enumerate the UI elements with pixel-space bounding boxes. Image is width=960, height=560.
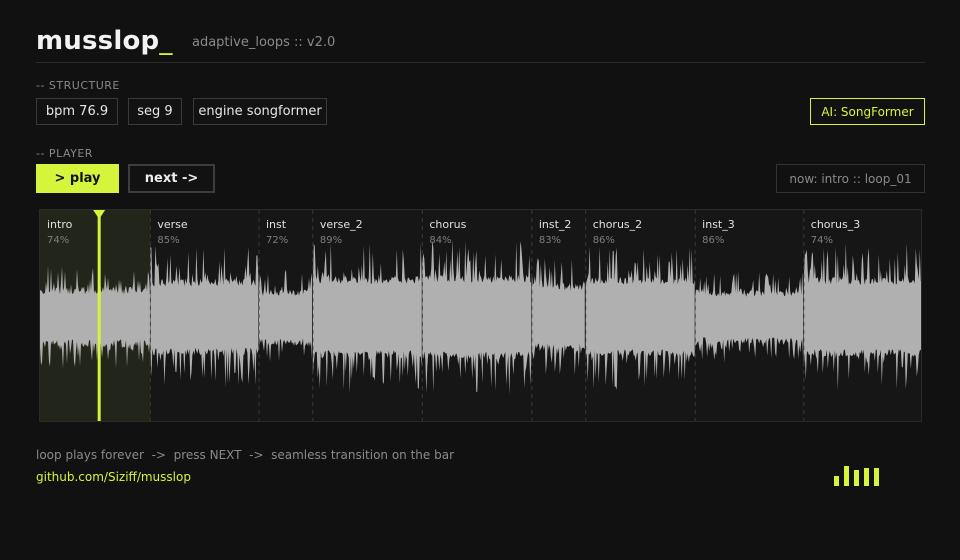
segment-label-verse_2[interactable]: verse_2 bbox=[320, 218, 363, 231]
title-cursor: _ bbox=[159, 26, 173, 56]
segment-confidence: 86% bbox=[702, 235, 725, 246]
segment-confidence: 84% bbox=[429, 235, 452, 246]
player-section-label: -- PLAYER bbox=[36, 147, 93, 160]
segment-waveform bbox=[803, 243, 921, 391]
now-playing-status: now: intro :: loop_01 bbox=[776, 164, 925, 193]
segment-waveform bbox=[531, 258, 585, 376]
segment-confidence: 83% bbox=[538, 235, 562, 246]
ai-model-badge: AI: SongFormer bbox=[810, 98, 925, 125]
segment-confidence: 72% bbox=[265, 235, 289, 246]
segment-confidence: 74% bbox=[47, 235, 70, 246]
segment-waveform bbox=[695, 271, 804, 363]
segment-label-chorus[interactable]: chorus bbox=[429, 218, 466, 231]
meter-bar bbox=[854, 469, 859, 486]
segment-label-verse[interactable]: verse bbox=[157, 218, 187, 231]
meter-bar bbox=[864, 468, 869, 486]
segment-count-chip: seg 9 bbox=[128, 98, 182, 125]
segment-waveform bbox=[150, 245, 259, 388]
engine-chip: engine songformer bbox=[193, 98, 327, 125]
segment-confidence: 85% bbox=[157, 235, 180, 246]
app-title: musslop_ bbox=[36, 26, 173, 56]
segment-label-chorus_3[interactable]: chorus_3 bbox=[811, 218, 860, 231]
segment-confidence: 74% bbox=[810, 235, 834, 246]
playhead bbox=[97, 210, 101, 421]
app-subtitle: adaptive_loops :: v2.0 bbox=[192, 35, 336, 50]
segment-label-intro[interactable]: intro bbox=[47, 218, 72, 231]
app-header: musslop_ adaptive_loops :: v2.0 bbox=[36, 26, 925, 63]
next-button[interactable]: next -> bbox=[128, 164, 215, 193]
play-button[interactable]: > play bbox=[36, 164, 119, 193]
github-link[interactable]: github.com/Siziff/musslop bbox=[36, 470, 191, 484]
segment-waveform bbox=[422, 239, 532, 395]
structure-section-label: -- STRUCTURE bbox=[36, 79, 120, 92]
segment-confidence: 89% bbox=[319, 235, 343, 246]
segment-waveform bbox=[259, 269, 312, 362]
segment-label-inst_2[interactable]: inst_2 bbox=[539, 218, 572, 231]
meter-bar bbox=[834, 475, 839, 486]
meter-bar bbox=[874, 468, 879, 486]
segment-label-inst_3[interactable]: inst_3 bbox=[702, 218, 735, 231]
usage-hint: loop plays forever -> press NEXT -> seam… bbox=[36, 448, 455, 462]
segment-confidence: 86% bbox=[592, 235, 615, 246]
waveform-display[interactable]: intro 74% verse 85% inst 72% verse_2 89% chorus 8… bbox=[39, 209, 922, 422]
level-meter bbox=[834, 462, 882, 486]
segment-waveform bbox=[312, 243, 422, 394]
segment-label-inst[interactable]: inst bbox=[266, 218, 286, 231]
bpm-chip: bpm 76.9 bbox=[36, 98, 118, 125]
meter-bar bbox=[844, 466, 849, 486]
segment-waveform bbox=[585, 246, 695, 390]
segment-label-chorus_2[interactable]: chorus_2 bbox=[593, 218, 642, 231]
